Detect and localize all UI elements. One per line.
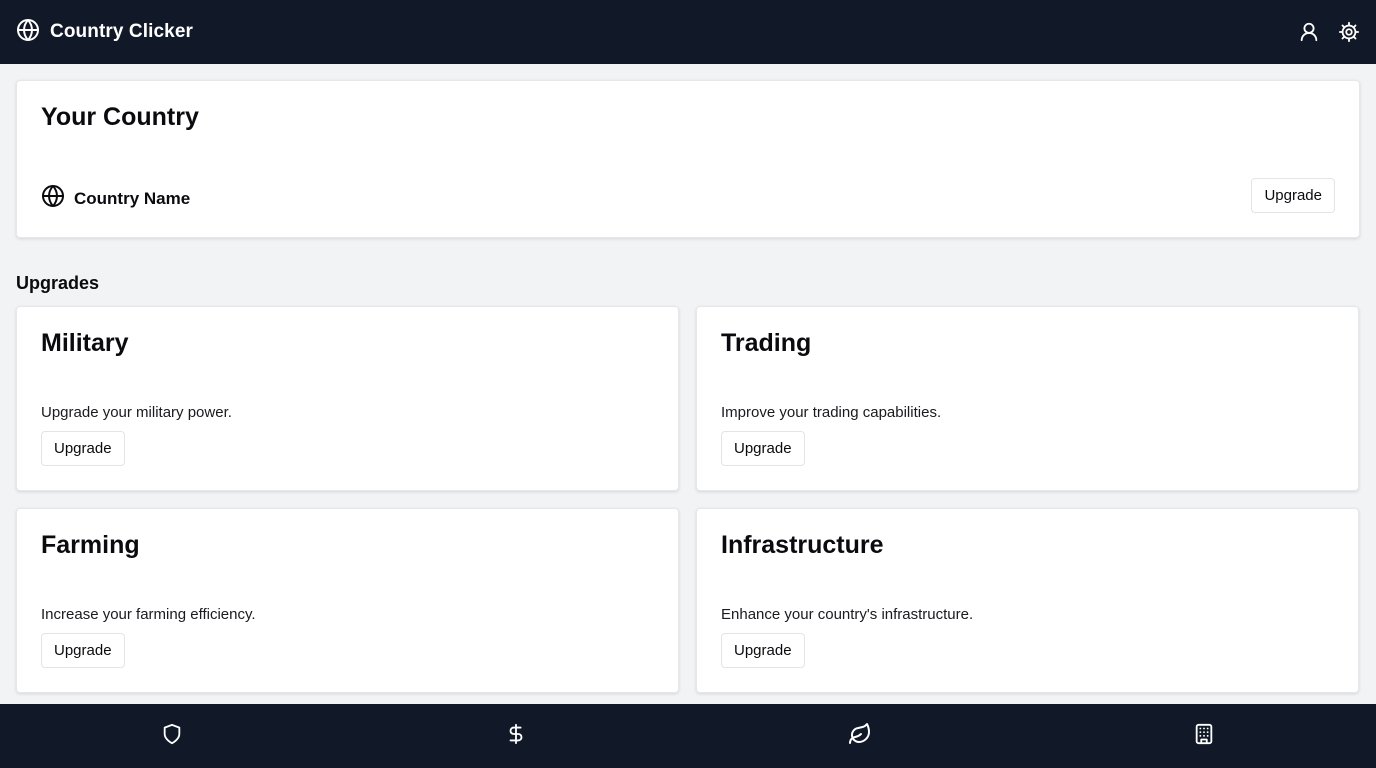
upgrade-card-title: Farming	[41, 531, 140, 559]
upgrade-card-title: Trading	[721, 329, 812, 357]
bottom-nav	[0, 704, 1376, 768]
country-upgrade-button[interactable]: Upgrade	[1251, 178, 1335, 213]
farming-upgrade-button[interactable]: Upgrade	[41, 633, 125, 668]
upgrades-heading: Upgrades	[16, 273, 100, 293]
nav-military[interactable]	[0, 704, 344, 768]
app-title: Country Clicker	[50, 21, 193, 42]
infrastructure-upgrade-button[interactable]: Upgrade	[721, 633, 805, 668]
nav-infrastructure[interactable]	[1032, 704, 1376, 768]
country-card-title: Your Country	[41, 103, 199, 131]
upgrade-card-farming: Farming Increase your farming efficiency…	[16, 508, 679, 693]
country-row: Country Name	[41, 184, 190, 213]
upgrade-card-description: Improve your trading capabilities.	[721, 404, 942, 421]
globe-icon	[41, 184, 65, 213]
settings-icon[interactable]	[1338, 21, 1360, 43]
upgrade-card-infrastructure: Infrastructure Enhance your country's in…	[696, 508, 1359, 693]
top-bar: Country Clicker	[0, 0, 1376, 64]
brand: Country Clicker	[16, 18, 193, 47]
country-name: Country Name	[74, 188, 191, 208]
upgrade-card-description: Increase your farming efficiency.	[41, 606, 256, 623]
header-actions	[1298, 21, 1360, 43]
nav-farming[interactable]	[688, 704, 1032, 768]
nav-trading[interactable]	[344, 704, 688, 768]
leaf-icon	[848, 722, 872, 751]
shield-icon	[161, 723, 183, 750]
building-icon	[1193, 722, 1215, 751]
user-icon[interactable]	[1298, 21, 1320, 43]
dollar-icon	[505, 722, 527, 751]
upgrade-card-title: Infrastructure	[721, 531, 884, 559]
country-card: Your Country Country Name Upgrade	[16, 80, 1360, 238]
upgrade-card-description: Enhance your country's infrastructure.	[721, 606, 974, 623]
globe-icon	[16, 18, 40, 47]
upgrade-card-title: Military	[41, 329, 129, 357]
military-upgrade-button[interactable]: Upgrade	[41, 431, 125, 466]
upgrade-card-description: Upgrade your military power.	[41, 404, 232, 421]
upgrade-card-trading: Trading Improve your trading capabilitie…	[696, 306, 1359, 491]
trading-upgrade-button[interactable]: Upgrade	[721, 431, 805, 466]
upgrade-card-military: Military Upgrade your military power. Up…	[16, 306, 679, 491]
